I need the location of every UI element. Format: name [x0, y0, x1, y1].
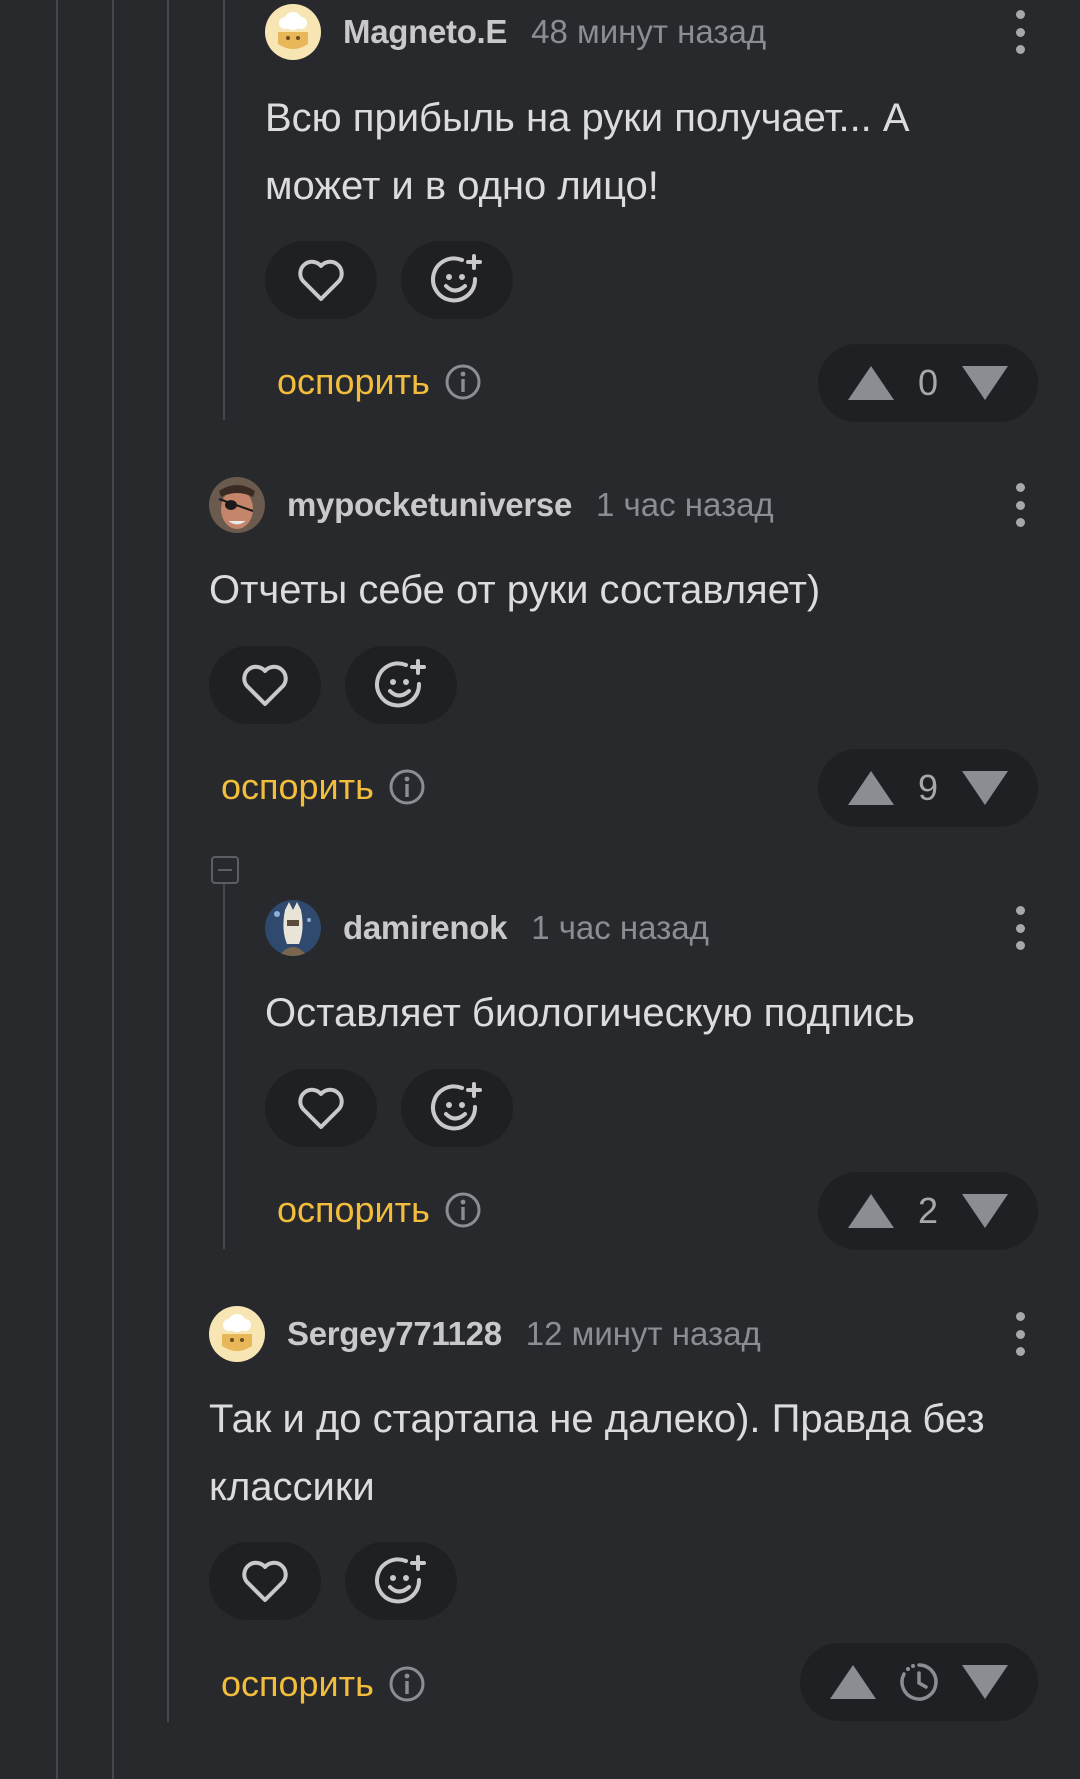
heart-icon: [298, 259, 344, 301]
thread-line-level-3: [167, 0, 169, 1722]
comment-header: damirenok 1 час назад: [265, 898, 1080, 958]
add-reaction-button[interactable]: [345, 646, 457, 724]
more-options-icon[interactable]: [1010, 10, 1030, 54]
add-reaction-button[interactable]: [401, 1069, 513, 1147]
comment: damirenok 1 час назад Оставляет биологич…: [265, 898, 1080, 1258]
upvote-icon[interactable]: [846, 1192, 896, 1230]
emoji-add-icon: [431, 1082, 482, 1131]
timestamp[interactable]: 12 минут назад: [526, 1315, 761, 1353]
comment-text: Всю прибыль на руки получает... А может …: [265, 96, 910, 208]
comment: mypocketuniverse 1 час назад Отчеты себе…: [209, 475, 1080, 835]
cooking-pot-avatar-icon: [209, 1306, 265, 1362]
more-options-icon[interactable]: [1010, 483, 1030, 527]
rating-control: 0: [818, 344, 1038, 422]
timestamp[interactable]: 1 час назад: [596, 486, 774, 524]
comment-actions: [265, 1069, 513, 1147]
like-button[interactable]: [209, 646, 321, 724]
thread-line-reply-1: [223, 0, 225, 420]
heart-icon: [242, 1560, 288, 1602]
downvote-icon[interactable]: [960, 364, 1010, 402]
add-reaction-button[interactable]: [401, 241, 513, 319]
comment-text: Отчеты себе от руки составляет): [209, 568, 821, 612]
info-icon[interactable]: [444, 363, 482, 401]
emoji-add-icon: [375, 1555, 426, 1604]
avatar[interactable]: [265, 900, 321, 956]
thread-line-outer: [56, 0, 58, 1779]
info-icon[interactable]: [388, 768, 426, 806]
pirate-eyepatch-avatar-icon: [209, 477, 265, 533]
upvote-icon[interactable]: [846, 364, 896, 402]
info-icon[interactable]: [444, 1191, 482, 1229]
dispute-label[interactable]: оспорить: [221, 766, 374, 808]
rating-count: 0: [917, 362, 939, 403]
upvote-icon[interactable]: [846, 769, 896, 807]
timestamp[interactable]: 48 минут назад: [531, 13, 766, 51]
dispute-label[interactable]: оспорить: [221, 1663, 374, 1705]
rating-pending: [898, 1661, 940, 1703]
dispute-label[interactable]: оспорить: [277, 1189, 430, 1231]
cooking-pot-avatar-icon: [265, 4, 321, 60]
comment-actions: [209, 1542, 457, 1620]
author-name[interactable]: Sergey771128: [287, 1315, 502, 1353]
comment-header: mypocketuniverse 1 час назад: [209, 475, 1080, 535]
author-name[interactable]: Magneto.E: [343, 13, 507, 51]
downvote-icon[interactable]: [960, 1663, 1010, 1701]
thread-line-reply-3: [223, 884, 225, 1249]
rating-count: 9: [917, 767, 939, 808]
more-options-icon[interactable]: [1010, 1312, 1030, 1356]
dispute-label[interactable]: оспорить: [277, 361, 430, 403]
comment-text: Оставляет биологическую подпись: [265, 991, 915, 1035]
rating-count: 2: [917, 1190, 939, 1231]
like-button[interactable]: [209, 1542, 321, 1620]
rating-control: 2: [818, 1172, 1038, 1250]
clock-pending-icon: [900, 1663, 938, 1701]
collapse-thread-button[interactable]: [211, 856, 239, 884]
horse-knight-avatar-icon: [265, 900, 321, 956]
dispute-link[interactable]: оспорить: [277, 361, 482, 403]
comment-header: Sergey771128 12 минут назад: [209, 1304, 1080, 1364]
comment: Magneto.E 48 минут назад Всю прибыль на …: [265, 0, 1080, 430]
author-name[interactable]: mypocketuniverse: [287, 486, 572, 524]
comment: Sergey771128 12 минут назад Так и до ста…: [209, 1304, 1080, 1744]
comment-text: Так и до стартапа не далеко). Правда без…: [209, 1397, 985, 1509]
comment-actions: [209, 646, 457, 724]
avatar[interactable]: [209, 477, 265, 533]
more-options-icon[interactable]: [1010, 906, 1030, 950]
info-icon[interactable]: [388, 1665, 426, 1703]
heart-icon: [298, 1087, 344, 1129]
comment-header: Magneto.E 48 минут назад: [265, 2, 1080, 62]
like-button[interactable]: [265, 1069, 377, 1147]
thread-line-level-2: [112, 0, 114, 1779]
downvote-icon[interactable]: [960, 1192, 1010, 1230]
downvote-icon[interactable]: [960, 769, 1010, 807]
like-button[interactable]: [265, 241, 377, 319]
dispute-link[interactable]: оспорить: [221, 1663, 426, 1705]
timestamp[interactable]: 1 час назад: [531, 909, 709, 947]
upvote-icon[interactable]: [828, 1663, 878, 1701]
comment-actions: [265, 241, 513, 319]
rating-control: [800, 1643, 1038, 1721]
rating-control: 9: [818, 749, 1038, 827]
dispute-link[interactable]: оспорить: [221, 766, 426, 808]
avatar[interactable]: [209, 1306, 265, 1362]
dispute-link[interactable]: оспорить: [277, 1189, 482, 1231]
author-name[interactable]: damirenok: [343, 909, 507, 947]
heart-icon: [242, 664, 288, 706]
avatar[interactable]: [265, 4, 321, 60]
emoji-add-icon: [375, 659, 426, 708]
add-reaction-button[interactable]: [345, 1542, 457, 1620]
emoji-add-icon: [431, 254, 482, 303]
